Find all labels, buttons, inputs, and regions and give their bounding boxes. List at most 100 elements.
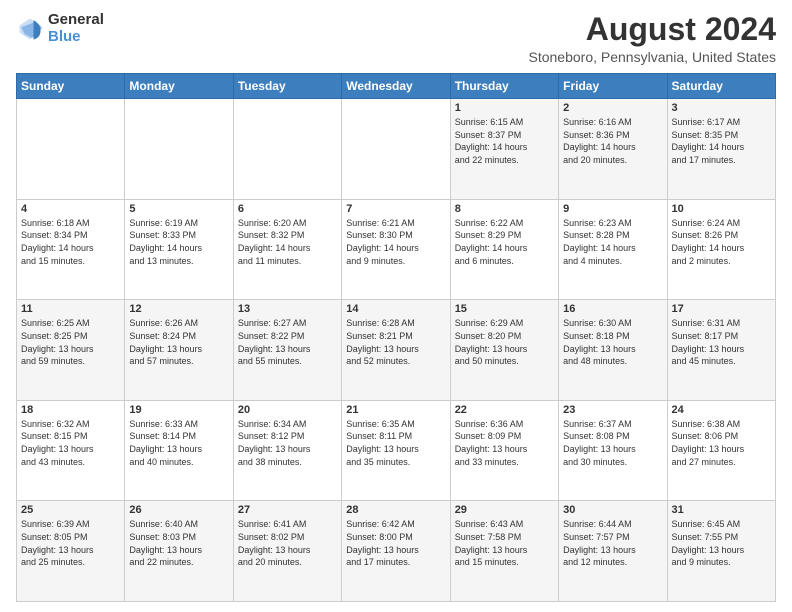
calendar-header-wednesday: Wednesday	[342, 74, 450, 99]
calendar-week-row: 4 Sunrise: 6:18 AMSunset: 8:34 PMDaylight…	[17, 199, 776, 300]
day-number: 27	[238, 504, 337, 516]
day-info: Sunrise: 6:31 AMSunset: 8:17 PMDaylight:…	[672, 317, 771, 367]
calendar-cell: 3 Sunrise: 6:17 AMSunset: 8:35 PMDaylight…	[667, 99, 775, 200]
calendar-header-thursday: Thursday	[450, 74, 558, 99]
subtitle: Stoneboro, Pennsylvania, United States	[529, 49, 777, 65]
day-info: Sunrise: 6:23 AMSunset: 8:28 PMDaylight:…	[563, 217, 662, 267]
calendar-header-row: SundayMondayTuesdayWednesdayThursdayFrid…	[17, 74, 776, 99]
logo-icon	[16, 15, 44, 43]
day-number: 29	[455, 504, 554, 516]
calendar-cell: 16 Sunrise: 6:30 AMSunset: 8:18 PMDayligh…	[559, 300, 667, 401]
day-number: 9	[563, 203, 662, 215]
page: General Blue August 2024 Stoneboro, Penn…	[0, 0, 792, 612]
day-number: 7	[346, 203, 445, 215]
calendar-header-saturday: Saturday	[667, 74, 775, 99]
calendar-header-friday: Friday	[559, 74, 667, 99]
day-info: Sunrise: 6:41 AMSunset: 8:02 PMDaylight:…	[238, 518, 337, 568]
day-number: 3	[672, 102, 771, 114]
day-number: 24	[672, 404, 771, 416]
calendar-cell: 21Sunrise: 6:35 AMSunset: 8:11 PMDayligh…	[342, 400, 450, 501]
calendar-cell: 27 Sunrise: 6:41 AMSunset: 8:02 PMDayligh…	[233, 501, 341, 602]
day-info: Sunrise: 6:37 AMSunset: 8:08 PMDaylight:…	[563, 418, 662, 468]
day-info: Sunrise: 6:40 AMSunset: 8:03 PMDaylight:…	[129, 518, 228, 568]
day-info: Sunrise: 6:24 AMSunset: 8:26 PMDaylight:…	[672, 217, 771, 267]
day-info: Sunrise: 6:30 AMSunset: 8:18 PMDaylight:…	[563, 317, 662, 367]
calendar-cell: 11 Sunrise: 6:25 AMSunset: 8:25 PMDayligh…	[17, 300, 125, 401]
calendar-cell: 8Sunrise: 6:22 AMSunset: 8:29 PMDaylight…	[450, 199, 558, 300]
calendar-header-monday: Monday	[125, 74, 233, 99]
calendar-cell: 6Sunrise: 6:20 AMSunset: 8:32 PMDaylight…	[233, 199, 341, 300]
day-info: Sunrise: 6:17 AMSunset: 8:35 PMDaylight:…	[672, 116, 771, 166]
logo: General Blue	[16, 12, 104, 45]
calendar-cell: 17 Sunrise: 6:31 AMSunset: 8:17 PMDayligh…	[667, 300, 775, 401]
day-number: 5	[129, 203, 228, 215]
day-info: Sunrise: 6:38 AMSunset: 8:06 PMDaylight:…	[672, 418, 771, 468]
calendar-cell: 29 Sunrise: 6:43 AMSunset: 7:58 PMDayligh…	[450, 501, 558, 602]
day-info: Sunrise: 6:18 AMSunset: 8:34 PMDaylight:…	[21, 217, 120, 267]
day-number: 4	[21, 203, 120, 215]
day-info: Sunrise: 6:43 AMSunset: 7:58 PMDaylight:…	[455, 518, 554, 568]
calendar-cell: 22Sunrise: 6:36 AMSunset: 8:09 PMDayligh…	[450, 400, 558, 501]
calendar-cell: 2Sunrise: 6:16 AMSunset: 8:36 PMDaylight…	[559, 99, 667, 200]
calendar-cell: 4 Sunrise: 6:18 AMSunset: 8:34 PMDaylight…	[17, 199, 125, 300]
day-number: 10	[672, 203, 771, 215]
calendar-cell: 20Sunrise: 6:34 AMSunset: 8:12 PMDayligh…	[233, 400, 341, 501]
calendar-table: SundayMondayTuesdayWednesdayThursdayFrid…	[16, 73, 776, 602]
day-number: 26	[129, 504, 228, 516]
calendar-header-tuesday: Tuesday	[233, 74, 341, 99]
day-number: 17	[672, 303, 771, 315]
calendar-cell: 28 Sunrise: 6:42 AMSunset: 8:00 PMDayligh…	[342, 501, 450, 602]
day-info: Sunrise: 6:15 AMSunset: 8:37 PMDaylight:…	[455, 116, 554, 166]
calendar-cell	[342, 99, 450, 200]
calendar-cell: 18 Sunrise: 6:32 AMSunset: 8:15 PMDayligh…	[17, 400, 125, 501]
day-info: Sunrise: 6:16 AMSunset: 8:36 PMDaylight:…	[563, 116, 662, 166]
day-info: Sunrise: 6:45 AMSunset: 7:55 PMDaylight:…	[672, 518, 771, 568]
calendar-cell: 9 Sunrise: 6:23 AMSunset: 8:28 PMDaylight…	[559, 199, 667, 300]
day-number: 14	[346, 303, 445, 315]
day-info: Sunrise: 6:27 AMSunset: 8:22 PMDaylight:…	[238, 317, 337, 367]
calendar-cell: 24 Sunrise: 6:38 AMSunset: 8:06 PMDayligh…	[667, 400, 775, 501]
day-number: 19	[129, 404, 228, 416]
day-number: 11	[21, 303, 120, 315]
day-info: Sunrise: 6:28 AMSunset: 8:21 PMDaylight:…	[346, 317, 445, 367]
calendar-header-sunday: Sunday	[17, 74, 125, 99]
calendar-week-row: 18 Sunrise: 6:32 AMSunset: 8:15 PMDayligh…	[17, 400, 776, 501]
day-info: Sunrise: 6:34 AMSunset: 8:12 PMDaylight:…	[238, 418, 337, 468]
logo-text: General Blue	[48, 12, 104, 45]
calendar-cell: 7 Sunrise: 6:21 AMSunset: 8:30 PMDaylight…	[342, 199, 450, 300]
calendar-cell: 13Sunrise: 6:27 AMSunset: 8:22 PMDayligh…	[233, 300, 341, 401]
header: General Blue August 2024 Stoneboro, Penn…	[16, 12, 776, 65]
calendar-cell: 15 Sunrise: 6:29 AMSunset: 8:20 PMDayligh…	[450, 300, 558, 401]
calendar-week-row: 25Sunrise: 6:39 AMSunset: 8:05 PMDayligh…	[17, 501, 776, 602]
day-number: 8	[455, 203, 554, 215]
day-number: 31	[672, 504, 771, 516]
calendar-week-row: 11 Sunrise: 6:25 AMSunset: 8:25 PMDayligh…	[17, 300, 776, 401]
day-number: 23	[563, 404, 662, 416]
calendar-cell: 14 Sunrise: 6:28 AMSunset: 8:21 PMDayligh…	[342, 300, 450, 401]
calendar-week-row: 1 Sunrise: 6:15 AMSunset: 8:37 PMDaylight…	[17, 99, 776, 200]
day-number: 18	[21, 404, 120, 416]
calendar-cell: 5Sunrise: 6:19 AMSunset: 8:33 PMDaylight…	[125, 199, 233, 300]
main-title: August 2024	[529, 12, 777, 47]
day-info: Sunrise: 6:33 AMSunset: 8:14 PMDaylight:…	[129, 418, 228, 468]
day-info: Sunrise: 6:36 AMSunset: 8:09 PMDaylight:…	[455, 418, 554, 468]
title-area: August 2024 Stoneboro, Pennsylvania, Uni…	[529, 12, 777, 65]
day-info: Sunrise: 6:42 AMSunset: 8:00 PMDaylight:…	[346, 518, 445, 568]
day-number: 15	[455, 303, 554, 315]
day-info: Sunrise: 6:44 AMSunset: 7:57 PMDaylight:…	[563, 518, 662, 568]
day-info: Sunrise: 6:32 AMSunset: 8:15 PMDaylight:…	[21, 418, 120, 468]
day-info: Sunrise: 6:21 AMSunset: 8:30 PMDaylight:…	[346, 217, 445, 267]
day-number: 1	[455, 102, 554, 114]
day-info: Sunrise: 6:20 AMSunset: 8:32 PMDaylight:…	[238, 217, 337, 267]
calendar-cell: 1 Sunrise: 6:15 AMSunset: 8:37 PMDaylight…	[450, 99, 558, 200]
calendar-cell: 23 Sunrise: 6:37 AMSunset: 8:08 PMDayligh…	[559, 400, 667, 501]
day-number: 16	[563, 303, 662, 315]
calendar-cell: 30Sunrise: 6:44 AMSunset: 7:57 PMDayligh…	[559, 501, 667, 602]
day-info: Sunrise: 6:25 AMSunset: 8:25 PMDaylight:…	[21, 317, 120, 367]
day-number: 28	[346, 504, 445, 516]
day-number: 12	[129, 303, 228, 315]
day-number: 25	[21, 504, 120, 516]
day-info: Sunrise: 6:35 AMSunset: 8:11 PMDaylight:…	[346, 418, 445, 468]
calendar-cell: 10 Sunrise: 6:24 AMSunset: 8:26 PMDayligh…	[667, 199, 775, 300]
day-info: Sunrise: 6:29 AMSunset: 8:20 PMDaylight:…	[455, 317, 554, 367]
